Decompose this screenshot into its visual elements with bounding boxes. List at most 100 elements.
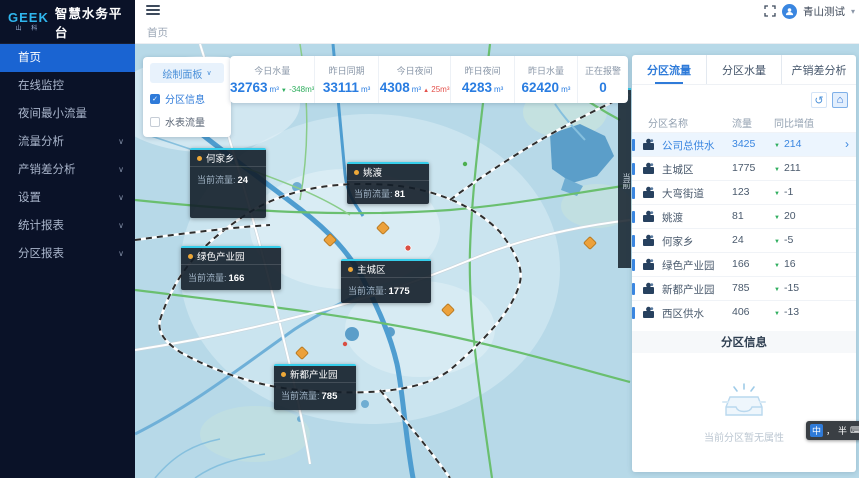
alarm-dot [343,342,347,346]
map-tooltip-xindu-industrial-park[interactable]: 新都产业园 当前流量:785 [274,364,356,410]
table-row[interactable]: 姚渡 81 ▼20 › [632,204,856,228]
map-tooltip-clipped[interactable]: 当前 [618,88,631,268]
home-icon[interactable]: ⌂ [832,92,848,108]
triangle-down-icon: ▼ [774,167,780,173]
zone-name: 新都产业园 [662,282,730,297]
stat-delta: 25m³ [431,85,449,94]
orange-dot-icon [281,372,286,377]
ime-width-icon[interactable]: 半 [838,424,847,437]
orange-dot-icon [188,254,193,259]
zone-icon [642,162,655,178]
table-row[interactable]: 绿色产业园 166 ▼16 › [632,252,856,276]
ime-toolbar[interactable]: 中 ， 半 ⌨ [806,421,859,440]
map-tooltip-hejiaxiang[interactable]: 何家乡 当前流量:24 [190,148,266,218]
chevron-down-icon: ∨ [118,212,124,240]
layer-option-label: 分区信息 [165,91,205,106]
sidebar-menu: 首页 在线监控 夜间最小流量 流量分析 ∨ 产销差分析 ∨ 设置 ∨ 统计报表 [0,44,135,268]
chevron-down-icon: ∨ [118,128,124,156]
tab-label: 分区流量 [647,62,691,78]
table-row[interactable]: 何家乡 24 ▼-5 › [632,228,856,252]
stat-unit: m³ [494,85,503,94]
tooltip-metric-value: 785 [322,391,338,402]
table-row[interactable]: 公司总供水 3425 ▼214 › [632,132,856,156]
brand-logo-icon: GEEK 山 科 [8,11,49,32]
sidebar-item-flow-analysis[interactable]: 流量分析 ∨ [0,128,135,156]
breadcrumb-item-home[interactable]: 首页 [147,27,168,39]
app-logo: GEEK 山 科 智慧水务平台 [0,0,135,44]
keyboard-icon[interactable]: ⌨ [850,425,859,436]
checkbox-checked-icon[interactable]: ✓ [150,94,160,104]
zone-table-header: 分区名称 流量 同比增值 [632,112,856,132]
zone-panel-tabs: 分区流量 分区水量 产销差分析 [632,55,856,85]
ime-punct-icon[interactable]: ， [826,424,835,437]
tab-label: 分区水量 [722,62,766,78]
fullscreen-icon[interactable] [764,5,776,17]
tooltip-metric-label: 当前流量: [197,175,236,185]
undo-icon[interactable]: ↺ [811,92,827,108]
map-tooltip-yaodu[interactable]: 姚渡 当前流量:81 [347,162,429,204]
map-tooltip-main-city[interactable]: 主城区 当前流量:1775 [341,259,431,303]
sidebar-item-online-monitoring[interactable]: 在线监控 [0,72,135,100]
sidebar-item-home[interactable]: 首页 [0,44,135,72]
zone-flow: 81 [732,210,744,222]
stat-yesterday-same-period: 昨日同期 33111 m³ [314,56,377,103]
tooltip-metric-label: 当前流量: [354,189,393,199]
zone-flow: 166 [732,258,750,270]
layer-option-zone-info[interactable]: ✓ 分区信息 [150,91,224,106]
tooltip-metric-value: 166 [229,273,245,284]
sidebar-item-settings[interactable]: 设置 ∨ [0,184,135,212]
zone-icon [642,258,655,274]
tab-label: 产销差分析 [792,62,847,78]
zone-flow: 406 [732,306,750,318]
caret-down-icon[interactable]: ▾ [851,7,855,16]
zone-delta: -5 [784,234,793,246]
layer-option-meter-flow[interactable]: 水表流量 [150,114,224,129]
zone-name: 绿色产业园 [662,258,730,273]
stat-yesterday-volume: 昨日水量 62420 m³ [514,56,577,103]
tab-zone-volume[interactable]: 分区水量 [706,55,781,84]
sidebar-item-zone-reports[interactable]: 分区报表 ∨ [0,240,135,268]
ime-lang-icon[interactable]: 中 [810,424,823,437]
empty-state-caption: 当前分区暂无属性 [704,429,784,444]
sidebar-item-label: 夜间最小流量 [18,108,87,120]
chevron-right-icon: › [845,137,849,151]
zone-icon [642,234,655,250]
zone-delta: 16 [784,258,796,270]
zone-name: 姚渡 [662,210,730,225]
draw-panel-button[interactable]: 绘制面板 ∨ [150,63,224,83]
stat-label: 今日水量 [254,64,290,77]
tooltip-zone-name: 新都产业园 [290,367,338,381]
sidebar-item-label: 流量分析 [18,136,64,148]
sidebar-item-stat-reports[interactable]: 统计报表 ∨ [0,212,135,240]
zone-flow: 785 [732,282,750,294]
stat-active-alarms: 正在报警 0 [577,56,628,103]
chevron-down-icon: ∨ [118,156,124,184]
tab-zone-flow[interactable]: 分区流量 [632,55,706,84]
zone-delta: -15 [784,282,799,294]
zone-flow: 24 [732,234,744,246]
table-row[interactable]: 大弯街道 123 ▼-1 › [632,180,856,204]
table-row[interactable]: 新都产业园 785 ▼-15 › [632,276,856,300]
tab-nrw-analysis[interactable]: 产销差分析 [781,55,856,84]
sidebar-item-nrw-analysis[interactable]: 产销差分析 ∨ [0,156,135,184]
avatar[interactable] [782,4,797,19]
tooltip-zone-name: 绿色产业园 [197,249,245,263]
zone-flow: 1775 [732,162,755,174]
tooltip-metric-value: 81 [395,189,406,200]
chevron-down-icon: ∨ [118,184,124,212]
map-tooltip-green-industrial-park[interactable]: 绿色产业园 当前流量:166 [181,246,281,290]
topbar: 青山测试 ▾ [135,0,859,22]
stat-label: 正在报警 [585,64,621,77]
username[interactable]: 青山测试 [803,4,845,19]
tooltip-zone-name: 主城区 [357,262,386,276]
table-row[interactable]: 西区供水 406 ▼-13 › [632,300,856,324]
triangle-down-icon: ▼ [774,215,780,221]
zone-name: 大弯街道 [662,186,730,201]
stat-yesterday-night: 昨日夜间 4283 m³ [450,56,513,103]
sidebar-collapse-icon[interactable] [146,5,160,16]
table-row[interactable]: 主城区 1775 ▼211 › [632,156,856,180]
checkbox-unchecked-icon[interactable] [150,117,160,127]
layer-option-label: 水表流量 [165,114,205,129]
zone-flow: 123 [732,186,750,198]
sidebar-item-night-min-flow[interactable]: 夜间最小流量 [0,100,135,128]
